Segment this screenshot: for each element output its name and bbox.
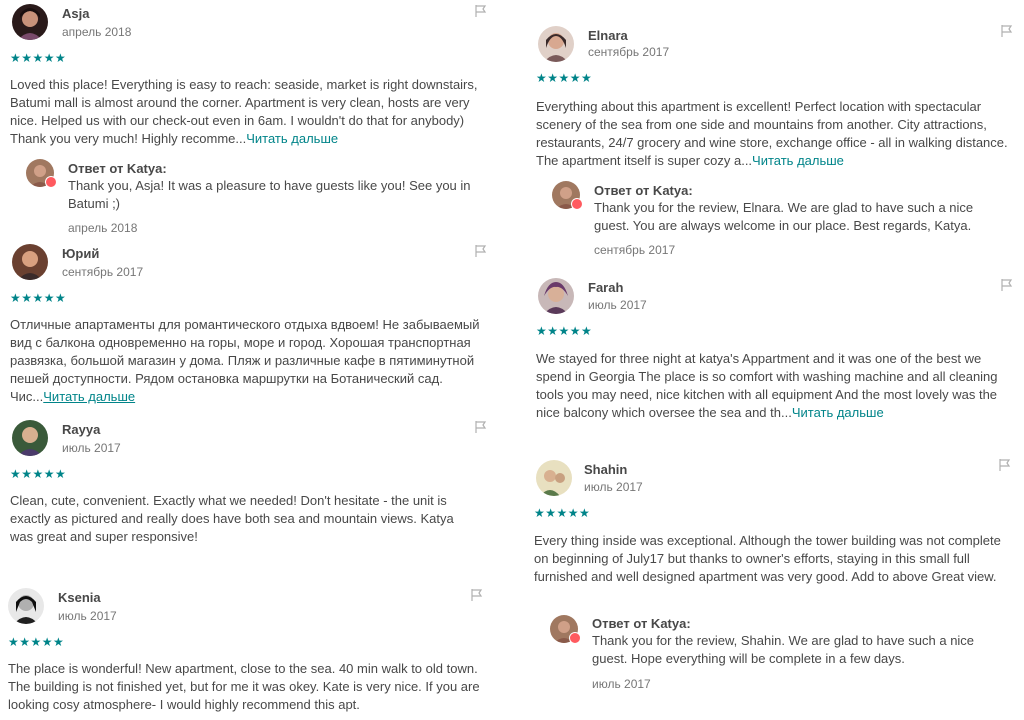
- avatar[interactable]: [538, 26, 574, 62]
- review-text: Clean, cute, convenient. Exactly what we…: [10, 493, 454, 544]
- review-date: сентябрь 2017: [62, 265, 144, 279]
- response-date: сентябрь 2017: [594, 243, 676, 257]
- reviewer-name[interactable]: Rayya: [62, 422, 100, 437]
- response-text: Thank you, Asja! It was a pleasure to ha…: [68, 178, 471, 211]
- review-text: Loved this place! Everything is easy to …: [10, 77, 478, 146]
- flag-icon[interactable]: [1000, 278, 1014, 292]
- superhost-badge-icon: [45, 176, 57, 188]
- superhost-badge-icon: [569, 632, 581, 644]
- superhost-badge-icon: [571, 198, 583, 210]
- rating-stars: ★★★★★: [8, 635, 65, 649]
- review-ksenia: Ksenia июль 2017 ★★★★★ The place is wond…: [8, 588, 502, 718]
- review-asja: Asja апрель 2018 ★★★★★ Loved this place!…: [10, 4, 502, 240]
- review-date: сентябрь 2017: [588, 45, 670, 59]
- read-more-link[interactable]: Читать дальше: [43, 389, 135, 404]
- read-more-link[interactable]: Читать дальше: [246, 131, 338, 146]
- review-yuriy: Юрий сентябрь 2017 ★★★★★ Отличные апарта…: [10, 244, 502, 410]
- reviewer-name[interactable]: Ksenia: [58, 590, 101, 605]
- review-text: Отличные апартаменты для романтического …: [10, 317, 480, 404]
- response-date: апрель 2018: [68, 221, 138, 235]
- review-farah: Farah июль 2017 ★★★★★ We stayed for thre…: [536, 278, 1018, 428]
- avatar[interactable]: [538, 278, 574, 314]
- reviewer-name[interactable]: Asja: [62, 6, 89, 21]
- reviewer-name[interactable]: Elnara: [588, 28, 628, 43]
- rating-stars: ★★★★★: [10, 291, 67, 305]
- response-title: Ответ от Katya:: [594, 183, 693, 198]
- rating-stars: ★★★★★: [536, 71, 593, 85]
- review-text: Every thing inside was exceptional. Alth…: [534, 533, 1001, 584]
- reviewer-name[interactable]: Юрий: [62, 246, 99, 261]
- review-shahin: Shahin июль 2017 ★★★★★ Every thing insid…: [534, 458, 1018, 700]
- avatar[interactable]: [12, 244, 48, 280]
- response-title: Ответ от Katya:: [592, 616, 691, 631]
- review-date: июль 2017: [62, 441, 121, 455]
- response-text: Thank you for the review, Elnara. We are…: [594, 200, 974, 233]
- read-more-link[interactable]: Читать дальше: [792, 405, 884, 420]
- response-text: Thank you for the review, Shahin. We are…: [592, 633, 975, 666]
- review-elnara: Elnara сентябрь 2017 ★★★★★ Everything ab…: [536, 24, 1018, 266]
- rating-stars: ★★★★★: [10, 51, 67, 65]
- flag-icon[interactable]: [474, 4, 488, 18]
- review-text: The place is wonderful! New apartment, c…: [8, 661, 480, 712]
- review-rayya: Rayya июль 2017 ★★★★★ Clean, cute, conve…: [10, 420, 502, 550]
- review-date: июль 2017: [588, 298, 647, 312]
- avatar[interactable]: [12, 420, 48, 456]
- response-title: Ответ от Katya:: [68, 161, 167, 176]
- review-text: Everything about this apartment is excel…: [536, 99, 1008, 168]
- avatar[interactable]: [8, 588, 44, 624]
- rating-stars: ★★★★★: [536, 324, 593, 338]
- avatar[interactable]: [12, 4, 48, 40]
- flag-icon[interactable]: [1000, 24, 1014, 38]
- response-date: июль 2017: [592, 677, 651, 691]
- reviewer-name[interactable]: Shahin: [584, 462, 627, 477]
- flag-icon[interactable]: [474, 244, 488, 258]
- review-text: We stayed for three night at katya's App…: [536, 351, 998, 420]
- flag-icon[interactable]: [470, 588, 484, 602]
- rating-stars: ★★★★★: [534, 506, 591, 520]
- avatar[interactable]: [536, 460, 572, 496]
- review-date: июль 2017: [58, 609, 117, 623]
- flag-icon[interactable]: [474, 420, 488, 434]
- flag-icon[interactable]: [998, 458, 1012, 472]
- review-date: апрель 2018: [62, 25, 132, 39]
- reviewer-name[interactable]: Farah: [588, 280, 623, 295]
- rating-stars: ★★★★★: [10, 467, 67, 481]
- review-date: июль 2017: [584, 480, 643, 494]
- read-more-link[interactable]: Читать дальше: [752, 153, 844, 168]
